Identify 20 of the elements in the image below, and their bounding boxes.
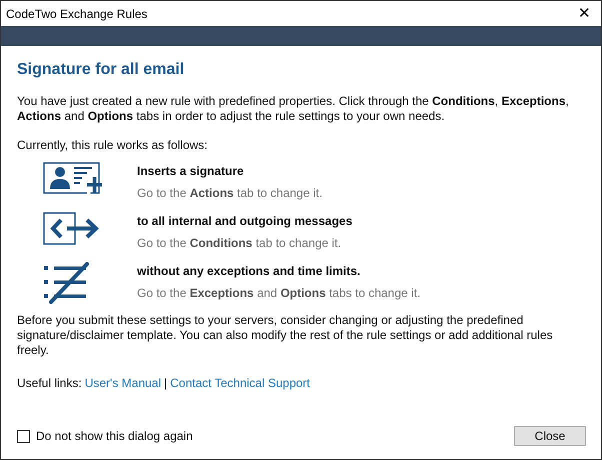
link-separator: |: [164, 376, 168, 391]
rule-title: Inserts a signature: [137, 164, 245, 179]
note-text: Before you submit these settings to your servers, consider changing or adjusting the predefined signature/disclaimer template. You can also modify the rest of the rule settings or add additional rules freely.: [17, 313, 554, 358]
rule-title: to all internal and outgoing messages: [137, 214, 352, 229]
checkbox[interactable]: [17, 430, 30, 442]
rule-title: without any exceptions and time limits.: [137, 264, 362, 279]
links-label: Useful links:: [17, 376, 82, 391]
rule-hint: Go to the Conditions tab to change it.: [137, 236, 342, 251]
rule-hint: Go to the Exceptions and Options tabs to change it.: [137, 286, 420, 301]
close-button[interactable]: ✕: [578, 6, 591, 21]
link[interactable]: Contact Technical Support: [170, 376, 310, 391]
rule-hint: Go to the Actions tab to change it.: [137, 186, 322, 201]
close-button[interactable]: Close: [514, 426, 586, 446]
contact-card-icon: [43, 162, 103, 196]
link[interactable]: User's Manual: [84, 376, 162, 391]
intro-text: You have just created a new rule with predefined properties. Click through the Conditions, Exceptions, Actions and Options tabs in order to adjust the rule settings to your own needs.: [17, 94, 570, 124]
summary-label: Currently, this rule works as follows:: [17, 138, 208, 153]
checkbox-label: Do not show this dialog again: [36, 428, 193, 445]
window-title: CodeTwo Exchange Rules: [6, 6, 148, 22]
dialog-heading: Signature for all email: [17, 60, 186, 80]
